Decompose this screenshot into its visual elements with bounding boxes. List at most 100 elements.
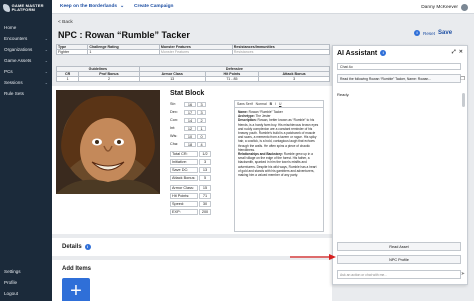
derived-value[interactable]: 5: [199, 174, 211, 181]
ability-label: Dex:: [170, 110, 178, 114]
sidebar-item-sessions[interactable]: Sessions ⌄: [0, 77, 52, 88]
editor-paragraph: Description: Rowan, better known as “Rum…: [238, 118, 320, 152]
top-bar: Keep on the Borderlands ⌄ Create Campaig…: [52, 0, 474, 14]
editor-toolbar: Sans Serif Normal B I U: [235, 101, 323, 108]
ai-panel-title: AI Assistant: [337, 49, 378, 57]
sidebar: GAME MASTER PLATFORM Home Encounters ⌄ Or…: [0, 0, 52, 301]
font-size-select[interactable]: Normal: [256, 102, 267, 106]
ability-modifier: 0: [197, 133, 206, 139]
user-name: Danny McKeever: [421, 5, 458, 10]
derived-value[interactable]: 30: [199, 200, 211, 207]
user-menu[interactable]: Danny McKeever: [421, 4, 468, 11]
save-button[interactable]: Save: [438, 30, 452, 36]
derived-value[interactable]: 71: [199, 192, 211, 199]
description-editor[interactable]: Sans Serif Normal B I U Name: Rowan “Rum…: [234, 100, 324, 232]
sidebar-item-rule-sets[interactable]: Rule Sets: [0, 88, 52, 99]
field-text: Rowan, better known as “Rumble” to his f…: [238, 118, 319, 152]
editor-body[interactable]: Name: Rowan “Rumble” Tacker Archetype: T…: [235, 108, 323, 179]
campaign-select-value: Keep on the Borderlands: [60, 4, 118, 9]
sidebar-item-label: Logout: [4, 291, 19, 296]
sidebar-item-label: Sessions: [4, 80, 23, 85]
create-campaign-link[interactable]: Create Campaign: [134, 4, 173, 9]
type-select[interactable]: Fighter: [55, 49, 89, 55]
table-cell: 2: [78, 76, 140, 82]
sidebar-item-logout[interactable]: Logout: [0, 288, 52, 299]
ability-score-input[interactable]: 18: [184, 141, 196, 147]
challenge-rating-select[interactable]: 1: [87, 49, 160, 55]
sidebar-item-profile[interactable]: Profile: [0, 277, 52, 288]
back-link[interactable]: < Back: [58, 20, 73, 25]
ability-row-dex: Dex: 17 3: [170, 109, 206, 115]
sidebar-item-settings[interactable]: Settings: [0, 266, 52, 277]
derived-value[interactable]: 1/2: [199, 150, 211, 157]
chat-input[interactable]: Ask an action or chat with me...: [337, 270, 461, 279]
italic-button[interactable]: I: [275, 102, 276, 106]
campaign-select[interactable]: Keep on the Borderlands ⌄: [60, 4, 124, 9]
derived-label: Initiative:: [170, 158, 198, 165]
ability-label: Wis:: [170, 134, 178, 138]
ability-modifier: 2: [197, 117, 206, 123]
add-item-button[interactable]: +: [62, 278, 90, 301]
derived-row-exp: EXP: 200: [170, 208, 211, 215]
assistant-response: Ready.: [337, 92, 350, 97]
scrollbar[interactable]: [462, 93, 465, 107]
reset-button[interactable]: Reset: [423, 31, 435, 36]
read-asset-button[interactable]: Read Asset: [337, 242, 461, 251]
add-items-section: Add Items +: [52, 260, 332, 301]
add-items-heading: Add Items: [62, 266, 92, 272]
title-actions: i Reset Save: [414, 30, 452, 36]
details-heading: Details: [62, 244, 82, 250]
ability-score-input[interactable]: 10: [184, 133, 196, 139]
monster-features-select[interactable]: Monster Features: [158, 49, 233, 55]
table-cell: 13: [138, 76, 206, 82]
copy-icon[interactable]: ❐: [461, 76, 465, 82]
brand-logo[interactable]: GAME MASTER PLATFORM: [0, 0, 52, 16]
sidebar-item-label: Rule Sets: [4, 91, 24, 96]
derived-row-attack-bonus: Attack Bonus: 5: [170, 174, 211, 181]
ai-assistant-panel: AI Assistant i ⤢ ✕ Chat 4o Read the foll…: [332, 45, 468, 285]
ability-row-str: Str: 16 3: [170, 101, 206, 107]
ability-score-input[interactable]: 17: [184, 109, 196, 115]
expand-icon[interactable]: ⤢: [452, 49, 456, 55]
ability-label: Cha:: [170, 142, 179, 146]
stat-block-heading: Stat Block: [170, 90, 205, 97]
derived-row-total-cr: Total CR: 1/2: [170, 150, 211, 157]
close-icon[interactable]: ✕: [459, 49, 463, 55]
info-icon: i: [414, 30, 420, 36]
ability-score-input[interactable]: 12: [184, 125, 196, 131]
stat-card: Stat Block Str: 16 3 Dex: 17 3 Con: 14 2…: [52, 86, 332, 234]
derived-value[interactable]: 3: [199, 158, 211, 165]
sidebar-item-game-assets[interactable]: Game Assets ⌄: [0, 55, 52, 66]
sidebar-item-pcs[interactable]: PCs ⌄: [0, 66, 52, 77]
page-title: NPC : Rowan “Rumble” Tacker: [58, 30, 190, 40]
npc-profile-button[interactable]: NPC Profile: [337, 255, 461, 264]
derived-row-speed: Speed: 30: [170, 200, 211, 207]
sidebar-nav: Home Encounters ⌄ Organizations ⌄ Game Ass…: [0, 22, 52, 99]
sidebar-item-home[interactable]: Home: [0, 22, 52, 33]
chevron-down-icon: ⌄: [44, 47, 48, 52]
derived-value[interactable]: 13: [199, 166, 211, 173]
field-text: Rumble grew up in a small village on the…: [238, 152, 317, 178]
sidebar-item-organizations[interactable]: Organizations ⌄: [0, 44, 52, 55]
derived-value[interactable]: 15: [199, 184, 211, 191]
dragon-logo-icon: [3, 4, 10, 12]
ability-row-int: Int: 12 1: [170, 125, 206, 131]
npc-portrait[interactable]: [56, 90, 160, 194]
underline-button[interactable]: U: [279, 102, 281, 106]
derived-value[interactable]: 200: [199, 208, 211, 215]
derived-row-initiative: Initiative: 3: [170, 158, 211, 165]
derived-label: Save DC:: [170, 166, 198, 173]
sidebar-bottom: Settings Profile Logout: [0, 266, 52, 299]
ability-score-input[interactable]: 16: [184, 101, 196, 107]
sidebar-item-label: Organizations: [4, 47, 33, 52]
bold-button[interactable]: B: [270, 102, 272, 106]
model-select[interactable]: Chat 4o: [337, 63, 461, 70]
derived-label: EXP:: [170, 208, 198, 215]
resistances-select[interactable]: Resistances: [231, 49, 331, 55]
sidebar-item-encounters[interactable]: Encounters ⌄: [0, 33, 52, 44]
font-family-select[interactable]: Sans Serif: [237, 102, 253, 106]
panel-controls: ⤢ ✕: [452, 49, 463, 55]
send-icon[interactable]: ➤: [461, 271, 465, 277]
chevron-down-icon: ⌄: [44, 58, 48, 63]
ability-score-input[interactable]: 14: [184, 117, 196, 123]
